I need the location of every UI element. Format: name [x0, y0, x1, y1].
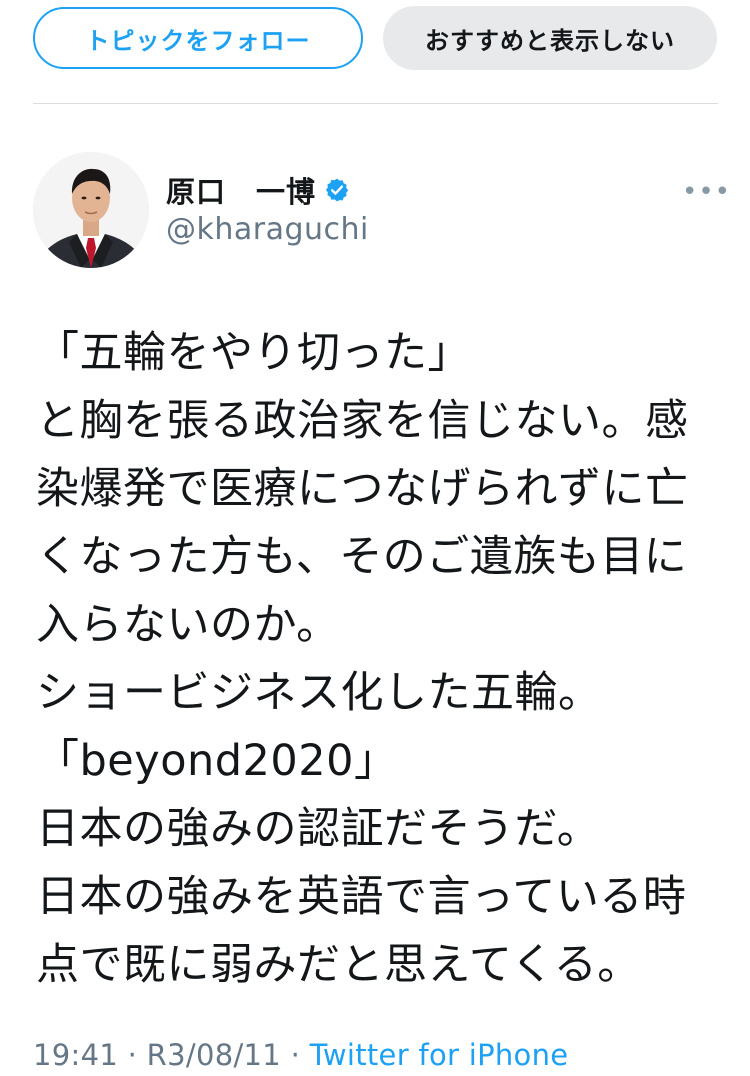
tweet-line: 点で既に弱みだと思えてくる。 [36, 940, 641, 990]
not-interested-button[interactable]: おすすめと表示しない [383, 6, 717, 70]
tweet-metadata: 19:41 · R3/08/11 · Twitter for iPhone [33, 1038, 568, 1072]
tweet-time: 19:41 [33, 1038, 119, 1072]
tweet-source-link[interactable]: Twitter for iPhone [310, 1038, 569, 1072]
tweet-line: 「五輪をやり切った」 [36, 328, 471, 378]
tweet-line: 日本の強みを英語で言っている時 [36, 872, 687, 922]
tweet-line: ショービジネス化した五輪。 [36, 668, 602, 718]
author-name-row[interactable]: 原口 一博 [166, 170, 350, 210]
author-display-name[interactable]: 原口 一博 [166, 169, 316, 211]
avatar[interactable] [33, 152, 149, 268]
follow-topic-button[interactable]: トピックをフォロー [33, 7, 363, 69]
verified-badge-icon [324, 177, 350, 203]
topic-prompt-bar: トピックをフォロー おすすめと表示しない [0, 0, 750, 104]
person-photo-icon [33, 152, 149, 268]
tweet-line: 染爆発で医療につなげられずに亡 [36, 464, 689, 514]
tweet-line: 入らないのか。 [36, 600, 340, 650]
meta-separator: · [290, 1038, 301, 1072]
tweet-date: R3/08/11 [146, 1038, 282, 1072]
meta-separator: · [127, 1038, 138, 1072]
tweet-line: と胸を張る政治家を信じない。感 [36, 396, 689, 446]
tweet-line: 日本の強みの認証だそうだ。 [36, 804, 601, 854]
more-horizontal-icon[interactable]: ••• [682, 179, 731, 205]
divider [33, 103, 718, 104]
author-handle[interactable]: @kharaguchi [166, 212, 369, 247]
tweet-line: 「beyond2020」 [36, 736, 398, 786]
tweet-text: 「五輪をやり切った」 と胸を張る政治家を信じない。感 染爆発で医療につなげられず… [36, 319, 718, 999]
tweet-line: くなった方も、そのご遺族も目に [36, 532, 688, 582]
